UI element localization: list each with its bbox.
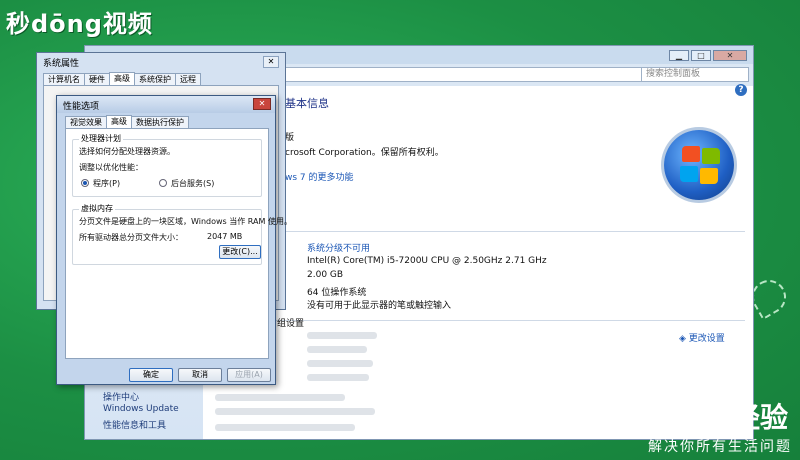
performance-options-content: 处理器计划 选择如何分配处理器资源。 调整以优化性能： 程序(P) 后台服务(S… — [65, 128, 292, 359]
change-settings-label: 更改设置 — [688, 334, 725, 344]
search-input[interactable]: 搜索控制面板 — [641, 67, 749, 82]
watermark-slogan: 解决你所有生活问题 — [648, 439, 792, 455]
tab-advanced[interactable]: 高级 — [106, 115, 132, 128]
dialog-title: 性能选项 — [63, 102, 100, 112]
obscured-value — [307, 332, 377, 339]
obscured-value — [215, 424, 355, 431]
obscured-value — [307, 346, 367, 353]
background-services-radio-label[interactable]: 后台服务(S) — [171, 178, 214, 189]
page-title: 基本信息 — [285, 97, 329, 110]
shield-icon: ◈ — [679, 334, 689, 344]
group-label: 处理器计划 — [79, 133, 123, 144]
close-icon[interactable]: ✕ — [713, 50, 747, 61]
tab-hardware[interactable]: 硬件 — [84, 73, 110, 85]
windows-logo-icon — [664, 130, 734, 200]
system-rating-link[interactable]: 系统分级不可用 — [307, 241, 370, 254]
dialog-title: 系统属性 — [43, 59, 80, 69]
more-features-link[interactable]: ws 7 的更多功能 — [285, 170, 354, 183]
divider — [275, 231, 745, 232]
left-link-windows-update[interactable]: Windows Update — [103, 404, 179, 414]
background-services-radio[interactable] — [159, 179, 167, 187]
obscured-value — [215, 394, 345, 401]
virtual-memory-group: 虚拟内存 分页文件是硬盘上的一块区域，Windows 当作 RAM 使用。 所有… — [72, 203, 292, 265]
obscured-value — [307, 374, 369, 381]
tab-data-execution-prevention[interactable]: 数据执行保护 — [131, 116, 189, 128]
copyright-text: crosoft Corporation。保留所有权利。 — [285, 148, 444, 158]
group-label: 虚拟内存 — [79, 203, 115, 214]
total-paging-label: 所有驱动器总分页文件大小： — [79, 233, 183, 242]
group-settings-heading: 组设置 — [277, 319, 305, 329]
performance-options-dialog: 性能选项 ✕ 视觉效果 高级 数据执行保护 处理器计划 选择如何分配处理器资源。… — [56, 95, 292, 385]
edition-heading: 版 — [285, 133, 295, 143]
ram-value: 2.00 GB — [307, 270, 344, 280]
ok-button[interactable]: 确定 — [129, 368, 173, 382]
programs-radio[interactable] — [81, 179, 89, 187]
obscured-value — [307, 360, 373, 367]
help-icon[interactable]: ? — [735, 84, 747, 96]
maximize-icon[interactable]: □ — [691, 50, 711, 61]
apply-button[interactable]: 应用(A) — [227, 368, 271, 382]
close-icon[interactable]: ✕ — [253, 98, 271, 110]
tab-computer-name[interactable]: 计算机名 — [43, 73, 85, 85]
left-link-performance-tools[interactable]: 性能信息和工具 — [103, 418, 166, 431]
adjust-label: 调整以优化性能： — [79, 163, 143, 172]
close-icon[interactable]: ✕ — [263, 56, 279, 68]
minimize-icon[interactable]: ▁ — [669, 50, 689, 61]
total-paging-value: 2047 MB — [207, 232, 243, 241]
left-link-action-center[interactable]: 操作中心 — [103, 390, 139, 403]
processor-value: Intel(R) Core(TM) i5-7200U CPU @ 2.50GHz… — [307, 256, 547, 266]
pen-touch-value: 没有可用于此显示器的笔或触控输入 — [307, 301, 452, 311]
change-virtual-memory-button[interactable]: 更改(C)... — [219, 245, 261, 259]
watermark-logo: 秒dōng视频 — [6, 10, 153, 38]
obscured-value — [215, 408, 375, 415]
processor-scheduling-group: 处理器计划 选择如何分配处理器资源。 调整以优化性能： 程序(P) 后台服务(S… — [72, 133, 262, 197]
tab-remote[interactable]: 远程 — [175, 73, 201, 85]
divider — [275, 320, 745, 321]
tab-visual-effects[interactable]: 视觉效果 — [65, 116, 107, 128]
change-settings-link[interactable]: ◈ 更改设置 — [679, 331, 725, 344]
scheduling-description: 选择如何分配处理器资源。 — [79, 147, 175, 156]
watermark-text: 经验 — [731, 401, 788, 434]
system-type-value: 64 位操作系统 — [307, 288, 367, 298]
dialog-titlebar: 性能选项 ✕ — [57, 96, 275, 113]
virtual-memory-description: 分页文件是硬盘上的一块区域，Windows 当作 RAM 使用。 — [79, 217, 292, 226]
tab-advanced[interactable]: 高级 — [109, 72, 135, 85]
cancel-button[interactable]: 取消 — [178, 368, 222, 382]
tab-system-protection[interactable]: 系统保护 — [134, 73, 176, 85]
programs-radio-label[interactable]: 程序(P) — [93, 178, 120, 189]
